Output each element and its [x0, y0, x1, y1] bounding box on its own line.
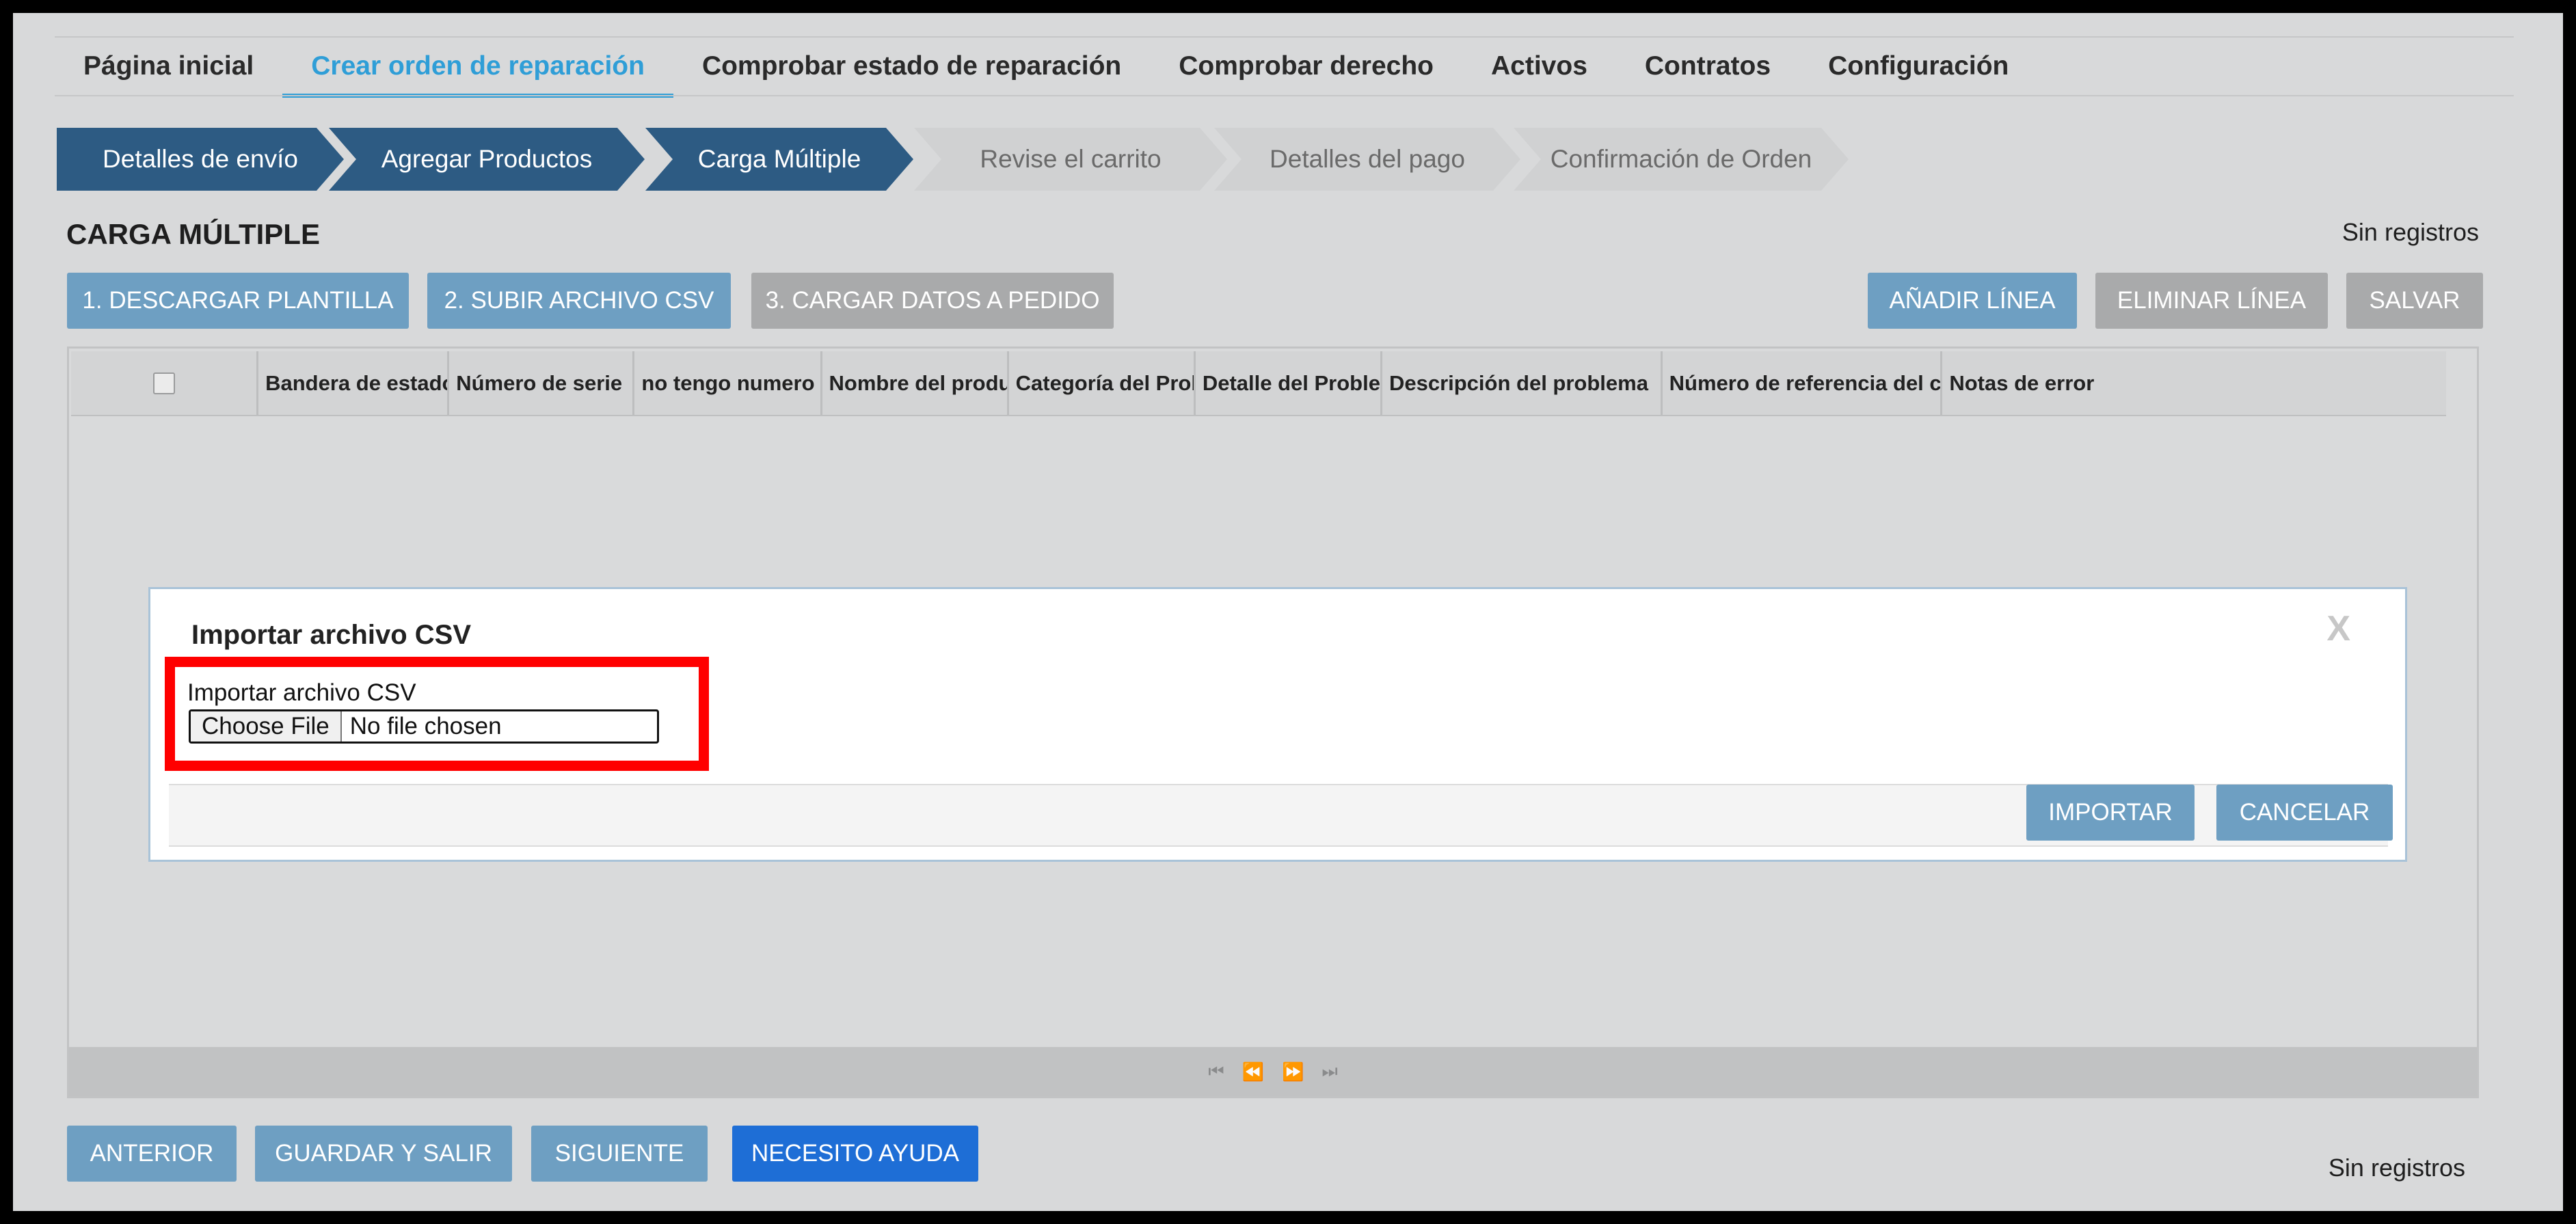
csv-file-input[interactable]: Choose File No file chosen	[189, 709, 659, 744]
column-header-error-notes[interactable]: Notas de error	[1942, 351, 2446, 415]
select-all-column	[71, 351, 259, 415]
download-template-button[interactable]: 1. DESCARGAR PLANTILLA	[67, 273, 409, 329]
nav-item-contracts[interactable]: Contratos	[1616, 38, 1799, 95]
step-add-products[interactable]: Agregar Productos	[329, 128, 645, 191]
nav-item-settings[interactable]: Configuración	[1799, 38, 2037, 95]
last-page-icon[interactable]: ⏭	[1321, 1061, 1337, 1083]
import-csv-dialog: Importar archivo CSV X Importar archivo …	[148, 587, 2407, 862]
nav-item-home[interactable]: Página inicial	[55, 38, 282, 95]
column-header-problem-description[interactable]: Descripción del problema	[1382, 351, 1663, 415]
column-header-problem-detail[interactable]: Detalle del Problema	[1196, 351, 1382, 415]
next-button[interactable]: SIGUIENTE	[531, 1126, 708, 1182]
select-all-checkbox[interactable]	[152, 372, 175, 394]
records-count-top: Sin registros	[2342, 218, 2479, 246]
column-header-serial-number[interactable]: Número de serie	[449, 351, 635, 415]
delete-line-button: ELIMINAR LÍNEA	[2095, 273, 2328, 329]
previous-page-icon[interactable]: ⏪	[1242, 1061, 1264, 1083]
file-status-text: No file chosen	[349, 713, 502, 739]
add-line-button[interactable]: AÑADIR LÍNEA	[1868, 273, 2077, 329]
import-button[interactable]: IMPORTAR	[2026, 785, 2195, 841]
first-page-icon[interactable]: ⏮	[1208, 1061, 1224, 1083]
nav-item-create-repair-order[interactable]: Crear orden de reparación	[282, 38, 673, 98]
nav-item-check-repair-status[interactable]: Comprobar estado de reparación	[673, 38, 1150, 95]
choose-file-button[interactable]: Choose File	[191, 711, 342, 742]
nav-item-check-entitlement[interactable]: Comprobar derecho	[1150, 38, 1462, 95]
app-frame: Página inicial Crear orden de reparación…	[13, 13, 2563, 1211]
step-shipping-details[interactable]: Detalles de envío	[57, 128, 344, 191]
column-header-problem-category[interactable]: Categoría del Problema	[1009, 351, 1196, 415]
column-header-customer-reference[interactable]: Número de referencia del cliente	[1663, 351, 1943, 415]
previous-button[interactable]: ANTERIOR	[67, 1126, 237, 1182]
upload-csv-button[interactable]: 2. SUBIR ARCHIVO CSV	[427, 273, 731, 329]
save-button: SALVAR	[2346, 273, 2483, 329]
step-payment-details: Detalles del pago	[1214, 128, 1520, 191]
top-nav: Página inicial Crear orden de reparación…	[55, 38, 2037, 98]
dialog-title: Importar archivo CSV	[191, 620, 472, 650]
column-header-no-serial[interactable]: no tengo numero de serie	[634, 351, 822, 415]
grid-pager: ⏮ ⏪ ⏩ ⏭	[69, 1047, 2477, 1096]
save-and-exit-button[interactable]: GUARDAR Y SALIR	[255, 1126, 512, 1182]
file-field-label: Importar archivo CSV	[187, 679, 416, 706]
load-data-to-order-button: 3. CARGAR DATOS A PEDIDO	[751, 273, 1114, 329]
step-multiple-upload[interactable]: Carga Múltiple	[645, 128, 913, 191]
column-header-status-flag[interactable]: Bandera de estado	[258, 351, 450, 415]
nav-item-assets[interactable]: Activos	[1462, 38, 1616, 95]
close-icon[interactable]: X	[2326, 608, 2350, 649]
section-title: CARGA MÚLTIPLE	[66, 218, 320, 250]
step-order-confirmation: Confirmación de Orden	[1514, 128, 1849, 191]
cancel-button[interactable]: CANCELAR	[2216, 785, 2393, 841]
records-count-bottom: Sin registros	[2328, 1154, 2465, 1182]
next-page-icon[interactable]: ⏩	[1282, 1061, 1304, 1083]
need-help-button[interactable]: NECESITO AYUDA	[732, 1126, 978, 1182]
nav-divider-bottom	[55, 95, 2514, 96]
step-review-cart: Revise el carrito	[914, 128, 1227, 191]
column-header-product-name[interactable]: Nombre del producto	[822, 351, 1009, 415]
grid-header-row: Bandera de estado Número de serie no ten…	[71, 351, 2446, 416]
